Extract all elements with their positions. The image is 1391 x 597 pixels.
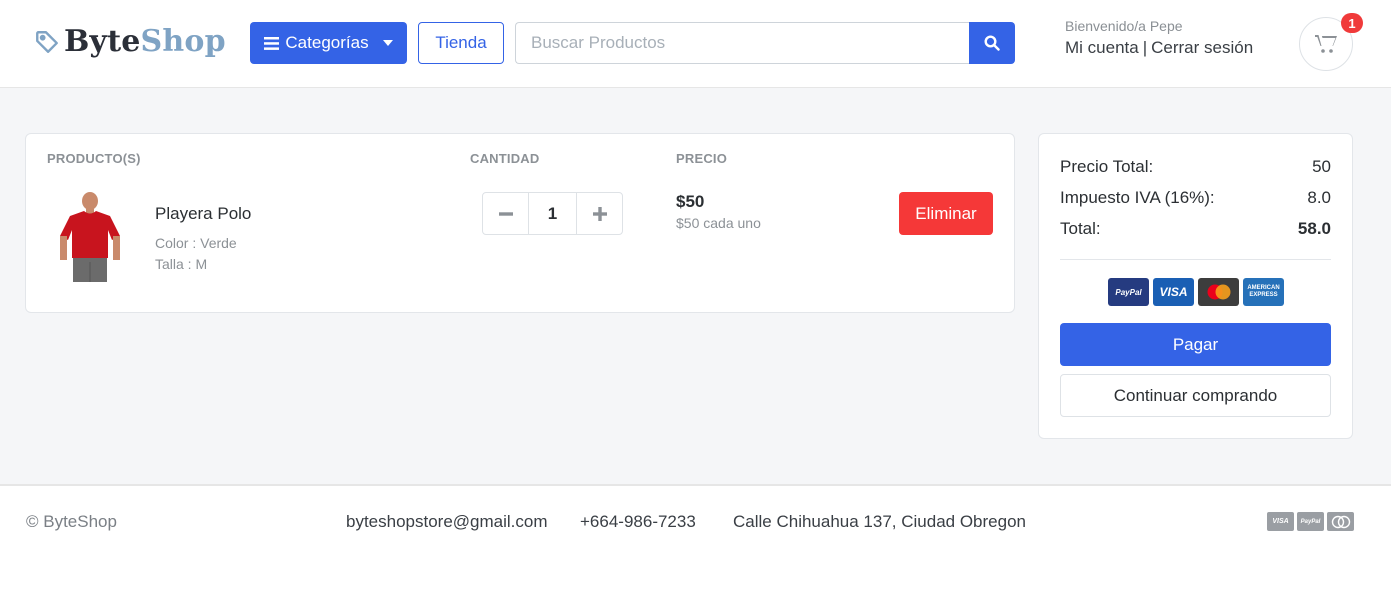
payment-methods: PayPal VISA AMERICAN EXPRESS bbox=[1108, 278, 1284, 306]
my-account-link[interactable]: Mi cuenta bbox=[1065, 38, 1139, 58]
product-size: Talla : M bbox=[155, 256, 208, 272]
chevron-down-icon bbox=[382, 40, 393, 46]
tag-icon bbox=[36, 30, 58, 53]
logout-link[interactable]: Cerrar sesión bbox=[1151, 38, 1253, 58]
cart-items-panel: PRODUCTO(S) CANTIDAD PRECIO Playera Polo… bbox=[25, 133, 1015, 313]
brand-logo[interactable]: ByteShop bbox=[34, 24, 226, 59]
mastercard-logo-icon bbox=[1207, 284, 1230, 300]
remove-item-button[interactable]: Eliminar bbox=[899, 192, 993, 235]
footer-phone[interactable]: +664-986-7233 bbox=[580, 512, 696, 532]
product-image[interactable] bbox=[56, 190, 124, 284]
continue-shopping-button[interactable]: Continuar comprando bbox=[1060, 374, 1331, 417]
mastercard-card-icon bbox=[1198, 278, 1239, 306]
price-column-header: PRECIO bbox=[676, 151, 728, 166]
footer-mastercard-icon bbox=[1327, 512, 1354, 531]
search-input[interactable] bbox=[515, 22, 969, 64]
subtotal-row: Precio Total: 50 bbox=[1060, 157, 1331, 177]
summary-divider bbox=[1060, 259, 1331, 260]
categories-label: Categorías bbox=[285, 33, 369, 52]
search-bar bbox=[515, 22, 1015, 64]
order-summary-panel: Precio Total: 50 Impuesto IVA (16%): 8.0… bbox=[1038, 133, 1353, 439]
quantity-value[interactable]: 1 bbox=[529, 192, 576, 235]
tax-label: Impuesto IVA (16%): bbox=[1060, 188, 1215, 207]
cart-page: PRODUCTO(S) CANTIDAD PRECIO Playera Polo… bbox=[0, 88, 1391, 484]
visa-card-icon: VISA bbox=[1153, 278, 1194, 306]
tax-value: 8.0 bbox=[1307, 188, 1331, 207]
quantity-stepper: 1 bbox=[482, 192, 623, 235]
checkout-button[interactable]: Pagar bbox=[1060, 323, 1331, 366]
search-button[interactable] bbox=[969, 22, 1015, 64]
account-links: Mi cuenta | Cerrar sesión bbox=[1065, 38, 1253, 58]
footer-visa-icon: VISA bbox=[1267, 512, 1294, 531]
brand-name: ByteShop bbox=[64, 24, 226, 59]
item-price: $50 bbox=[676, 192, 705, 211]
brand-name-part1: Byte bbox=[64, 24, 141, 59]
item-unit-price: $50 cada uno bbox=[676, 215, 761, 231]
total-label: Total: bbox=[1060, 219, 1101, 238]
footer-payment-icons: VISA PayPal bbox=[1267, 512, 1354, 531]
brand-name-part2: Shop bbox=[140, 24, 226, 59]
store-button[interactable]: Tienda bbox=[418, 22, 504, 64]
increase-quantity-button[interactable] bbox=[576, 192, 623, 235]
plus-icon bbox=[592, 206, 607, 221]
paypal-card-icon: PayPal bbox=[1108, 278, 1149, 306]
menu-icon bbox=[264, 36, 280, 50]
footer-paypal-icon: PayPal bbox=[1297, 512, 1324, 531]
welcome-text: Bienvenido/a Pepe bbox=[1065, 18, 1183, 34]
total-row: Total: 58.0 bbox=[1060, 219, 1331, 239]
footer-copyright: © ByteShop bbox=[26, 512, 117, 531]
amex-card-icon: AMERICAN EXPRESS bbox=[1243, 278, 1284, 306]
cart-count-badge: 1 bbox=[1341, 13, 1363, 33]
cart-icon bbox=[1315, 35, 1337, 53]
quantity-column-header: CANTIDAD bbox=[470, 151, 540, 166]
total-value: 58.0 bbox=[1297, 219, 1331, 238]
minus-icon bbox=[498, 211, 513, 216]
footer-email[interactable]: byteshopstore@gmail.com bbox=[346, 512, 548, 532]
link-separator: | bbox=[1142, 38, 1148, 57]
tax-row: Impuesto IVA (16%): 8.0 bbox=[1060, 188, 1331, 208]
top-navbar: ByteShop Categorías Tienda Bienvenido/a … bbox=[0, 0, 1391, 88]
subtotal-label: Precio Total: bbox=[1060, 157, 1154, 176]
search-icon bbox=[984, 35, 1000, 51]
page-footer: © ByteShop byteshopstore@gmail.com +664-… bbox=[0, 484, 1391, 597]
footer-mastercard-logo-icon bbox=[1331, 515, 1350, 528]
categories-dropdown-button[interactable]: Categorías bbox=[250, 22, 407, 64]
decrease-quantity-button[interactable] bbox=[482, 192, 529, 235]
product-name[interactable]: Playera Polo bbox=[155, 204, 251, 224]
footer-address: Calle Chihuahua 137, Ciudad Obregon bbox=[733, 512, 1026, 531]
subtotal-value: 50 bbox=[1312, 157, 1331, 176]
products-column-header: PRODUCTO(S) bbox=[47, 151, 141, 166]
product-color: Color : Verde bbox=[155, 235, 237, 251]
